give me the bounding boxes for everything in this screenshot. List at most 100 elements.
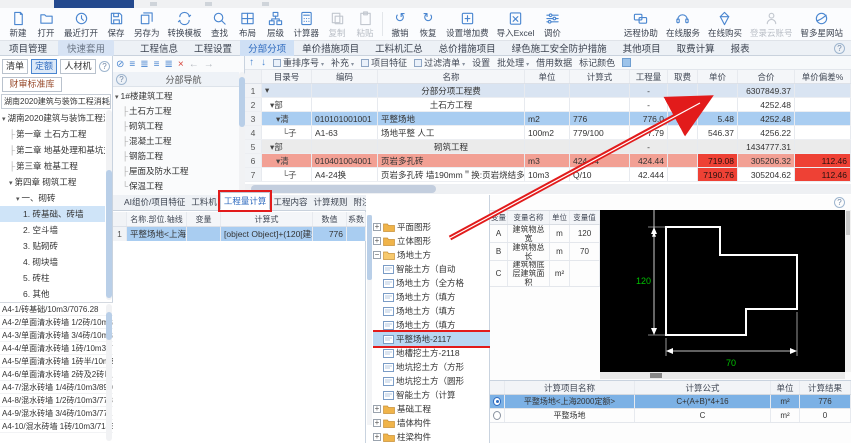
- component-folder[interactable]: 立体图形: [373, 234, 490, 248]
- variable-row[interactable]: B 建筑物总长 m 70: [490, 243, 600, 261]
- result-row[interactable]: 平整场地 C m² 0: [490, 409, 851, 423]
- color-swatch-icon[interactable]: [622, 58, 631, 67]
- tree-item-brick-foundation[interactable]: 1. 砖基础、砖墙: [0, 206, 105, 222]
- cell-variable-value[interactable]: 70: [570, 243, 600, 260]
- feature-button[interactable]: 项目特征: [361, 56, 407, 69]
- online-buy-button[interactable]: 在线购买: [704, 8, 746, 41]
- radio-selected-icon[interactable]: [493, 397, 501, 406]
- recent-open-button[interactable]: 最近打开: [60, 8, 102, 41]
- audit-library-button[interactable]: 财审标准库: [2, 77, 62, 92]
- quota-list-item[interactable]: A4-1/砖基础/10m3/7076.28: [0, 303, 113, 316]
- cell-variable-value[interactable]: [570, 261, 600, 286]
- tree-item-root[interactable]: 湖南2020建筑与装饰工程消耗量标准: [0, 110, 105, 126]
- forward-arrow-icon[interactable]: →: [204, 59, 214, 70]
- search-button[interactable]: 查找: [206, 8, 234, 41]
- nav-tree-root[interactable]: 1#楼建筑工程: [113, 89, 239, 104]
- help-icon[interactable]: ?: [834, 197, 845, 208]
- scrollbar-thumb[interactable]: [650, 373, 662, 378]
- scrollbar[interactable]: [106, 304, 112, 441]
- column-header[interactable]: 数值: [313, 212, 347, 226]
- component-folder[interactable]: 基础工程: [373, 402, 490, 416]
- link-off-icon[interactable]: ⊘: [116, 59, 124, 70]
- table-row[interactable]: 4 └子 A1-63 场地平整 人工 100m2 779/100 7.79 54…: [245, 126, 851, 140]
- tab-project-manage[interactable]: 项目管理: [0, 40, 56, 56]
- expand-icon[interactable]: [373, 405, 381, 413]
- scrollbar[interactable]: [106, 110, 112, 300]
- column-header[interactable]: 编码: [312, 70, 378, 83]
- component-folder[interactable]: 墙体构件: [373, 416, 490, 430]
- column-header[interactable]: 目录号: [262, 70, 312, 83]
- column-header[interactable]: 工程量: [630, 70, 668, 83]
- component-item[interactable]: 地槽挖土方-2118: [373, 346, 490, 360]
- expand-icon[interactable]: [373, 419, 381, 427]
- table-row[interactable]: 2 ▾部 土石方工程 - 4252.48: [245, 98, 851, 112]
- tab-other-items[interactable]: 其他项目: [615, 40, 669, 56]
- collapse-icon[interactable]: [373, 251, 381, 259]
- save-button[interactable]: 保存: [102, 8, 130, 41]
- reorder-button[interactable]: 重排序号: [273, 56, 324, 69]
- adjust-price-button[interactable]: 调价: [538, 8, 566, 41]
- borrow-data-button[interactable]: 借用数据: [536, 56, 572, 69]
- quota-list-item[interactable]: A4-6/单面清水砖墙 2砖及2砖以上/10: [0, 368, 113, 381]
- tree-item[interactable]: 2. 空斗墙: [0, 222, 105, 238]
- list-icon[interactable]: ≡: [129, 59, 135, 70]
- scrollbar-thumb[interactable]: [251, 185, 436, 193]
- component-item[interactable]: 场地土方（填方: [373, 318, 490, 332]
- column-header[interactable]: 取费: [668, 70, 698, 83]
- radio-icon[interactable]: [493, 411, 501, 420]
- column-header[interactable]: 计算式: [221, 212, 313, 226]
- list-collapse-icon[interactable]: ≡: [154, 59, 160, 70]
- calculator-button[interactable]: 计算器: [290, 8, 324, 41]
- save-as-button[interactable]: 另存为: [130, 8, 164, 41]
- tab-quick-apply[interactable]: 快速套用: [58, 40, 114, 56]
- table-row-selected[interactable]: 3 ▾清 010101001001 平整场地 m2 776 776.0 5.48…: [245, 112, 851, 126]
- list-level-icon[interactable]: ≣: [164, 59, 172, 70]
- tab-labor-material-summary[interactable]: 工料机汇总: [367, 40, 431, 56]
- column-header[interactable]: 系数: [347, 212, 366, 226]
- tab-total-price-measures[interactable]: 总价措施项目: [431, 40, 504, 56]
- list-expand-icon[interactable]: ≣: [140, 59, 148, 70]
- tree-item-chapter2[interactable]: 第二章 地基处理和基坑支护工程: [0, 142, 105, 158]
- tab-fee-calc[interactable]: 取费计算: [669, 40, 723, 56]
- tab-green-safety[interactable]: 绿色施工安全防护措施: [504, 40, 615, 56]
- component-item[interactable]: 场地土方（填方: [373, 290, 490, 304]
- scrollbar-thumb[interactable]: [106, 170, 112, 298]
- quota-list-item[interactable]: A4-9/混水砖墙 3/4砖/10m3/7721.18: [0, 407, 113, 420]
- nav-tree-item[interactable]: 砌筑工程: [113, 119, 239, 134]
- undo-button[interactable]: ↺撤销: [386, 8, 414, 41]
- column-header[interactable]: 合价: [738, 70, 795, 83]
- tab-fbfx[interactable]: 分部分项: [240, 40, 294, 56]
- nav-tree-item[interactable]: 混凝土工程: [113, 134, 239, 149]
- component-folder[interactable]: 柱梁构件: [373, 430, 490, 443]
- component-item[interactable]: 场地土方（填方: [373, 304, 490, 318]
- column-header[interactable]: 变量: [187, 212, 221, 226]
- result-row-selected[interactable]: 平整场地<上海2000定额> C+(A+B)*4+16 m² 776: [490, 395, 851, 409]
- help-icon[interactable]: ?: [834, 43, 845, 54]
- tree-item[interactable]: 4. 砌块墙: [0, 254, 105, 270]
- expand-icon[interactable]: [373, 237, 381, 245]
- table-row[interactable]: 1 ▾ 分部分项工程费 - 6307849.37: [245, 84, 851, 98]
- quota-list-item[interactable]: A4-2/单面清水砖墙 1/2砖/10m3/8066: [0, 316, 113, 329]
- component-folder[interactable]: 平面图形: [373, 220, 490, 234]
- component-item[interactable]: 智能土方（自动: [373, 262, 490, 276]
- variable-row[interactable]: A 建筑物总宽 m 120: [490, 225, 600, 243]
- tab-project-info[interactable]: 工程信息: [132, 40, 186, 56]
- expand-icon[interactable]: [373, 223, 381, 231]
- tree-item[interactable]: 3. 贴砌砖: [0, 238, 105, 254]
- import-excel-button[interactable]: 导入Excel: [493, 8, 539, 41]
- tree-item-section[interactable]: 一、砌砖: [0, 190, 105, 206]
- mode-button-qingdan[interactable]: 清单: [2, 59, 28, 74]
- convert-template-button[interactable]: 转换模板: [164, 8, 206, 41]
- table-row[interactable]: 5 ▾部 砌筑工程 - 1434777.31: [245, 140, 851, 154]
- tab-project-settings[interactable]: 工程设置: [186, 40, 240, 56]
- standard-dropdown[interactable]: 湖南2020建筑与装饰工程消耗量标准▾: [1, 94, 111, 109]
- component-item[interactable]: 场地土方（全方格: [373, 276, 490, 290]
- scrollbar-thumb[interactable]: [367, 215, 372, 280]
- quota-list-item[interactable]: A4-8/混水砖墙 1/2砖/10m3/7768.68: [0, 394, 113, 407]
- help-icon[interactable]: ?: [116, 74, 127, 85]
- scrollbar[interactable]: [600, 372, 845, 379]
- redo-button[interactable]: ↻恢复: [414, 8, 442, 41]
- component-folder-open[interactable]: 场地土方: [373, 248, 490, 262]
- back-arrow-icon[interactable]: ←: [189, 59, 199, 70]
- quota-list-item[interactable]: A4-5/单面清水砖墙 1砖半/10m3/7496: [0, 355, 113, 368]
